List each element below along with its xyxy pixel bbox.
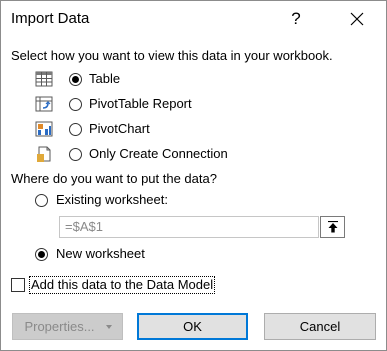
pivottable-option-label[interactable]: PivotTable Report — [89, 96, 192, 112]
close-icon — [350, 12, 364, 26]
help-button[interactable]: ? — [284, 6, 308, 32]
existing-worksheet-radio[interactable] — [35, 194, 48, 207]
data-model-checkbox[interactable] — [11, 278, 25, 292]
pivottable-icon — [35, 96, 53, 112]
collapse-dialog-button[interactable] — [320, 216, 345, 238]
connection-icon — [37, 146, 51, 162]
pivottable-radio[interactable] — [69, 98, 82, 111]
title-bar: Import Data ? — [1, 1, 386, 38]
table-radio[interactable] — [69, 73, 82, 86]
new-worksheet-radio[interactable] — [35, 248, 48, 261]
range-input[interactable]: =$A$1 — [59, 216, 319, 238]
cancel-button[interactable]: Cancel — [264, 313, 376, 340]
new-worksheet-label[interactable]: New worksheet — [56, 246, 145, 262]
pivotchart-icon — [35, 121, 53, 137]
connection-option-label[interactable]: Only Create Connection — [89, 146, 228, 162]
view-prompt: Select how you want to view this data in… — [11, 48, 333, 63]
pivotchart-radio[interactable] — [69, 123, 82, 136]
properties-button[interactable]: Properties... — [12, 313, 123, 340]
table-option-label[interactable]: Table — [89, 71, 120, 87]
data-model-label[interactable]: Add this data to the Data Model — [28, 276, 216, 294]
properties-button-label: Properties... — [24, 319, 95, 334]
table-icon — [35, 71, 53, 87]
import-data-dialog: Import Data ? Select how you want to vie… — [0, 0, 387, 351]
ok-button[interactable]: OK — [137, 313, 248, 340]
upload-arrow-icon — [328, 221, 338, 233]
put-prompt: Where do you want to put the data? — [11, 171, 217, 186]
chevron-down-icon — [106, 325, 112, 329]
pivotchart-option-label[interactable]: PivotChart — [89, 121, 150, 137]
connection-radio[interactable] — [69, 148, 82, 161]
dialog-title: Import Data — [11, 10, 90, 27]
existing-worksheet-label[interactable]: Existing worksheet: — [56, 192, 168, 208]
close-button[interactable] — [345, 6, 371, 32]
